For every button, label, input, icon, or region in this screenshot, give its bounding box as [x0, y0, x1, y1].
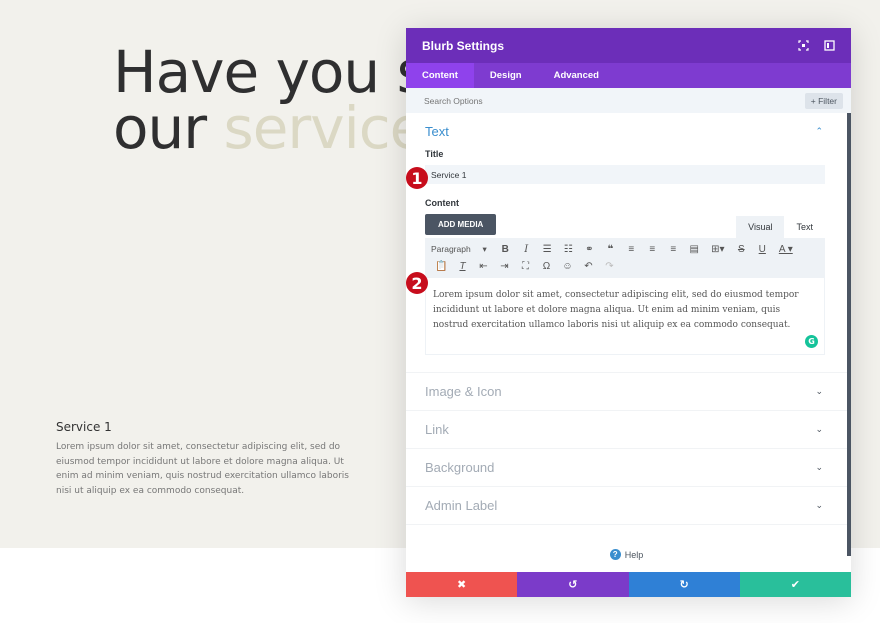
- undo-icon[interactable]: ↶: [578, 261, 599, 272]
- section-text-label: Text: [425, 123, 449, 139]
- text-tab[interactable]: Text: [784, 216, 825, 238]
- text-color-icon[interactable]: A ▾: [773, 244, 799, 255]
- section-text-toggle[interactable]: Text ⌃: [406, 113, 847, 149]
- content-label: Content: [425, 198, 459, 208]
- check-icon: ✔: [790, 579, 800, 591]
- section-background-toggle[interactable]: Background ⌄: [406, 449, 847, 487]
- section-link-toggle[interactable]: Link ⌄: [406, 411, 847, 449]
- headline: Have you s our service: [113, 38, 427, 157]
- indent-icon[interactable]: ⇥: [494, 261, 515, 272]
- search-options-input[interactable]: [424, 95, 805, 106]
- emoji-icon[interactable]: ☺: [557, 261, 578, 272]
- section-label: Admin Label: [425, 498, 498, 513]
- special-char-icon[interactable]: Ω: [536, 261, 557, 272]
- add-media-button[interactable]: ADD MEDIA: [425, 214, 497, 235]
- section-image-icon-toggle[interactable]: Image & Icon ⌄: [406, 373, 847, 411]
- redo-button[interactable]: ↻: [628, 572, 740, 597]
- table-icon[interactable]: ⊞▾: [705, 244, 731, 255]
- undo-button[interactable]: ↺: [517, 572, 629, 597]
- toolbar-row-1: Paragraph ▾ B I ☰ ☷ ⚭ ❝ ≡ ≡ ≡ ▤ ⊞▾ S U A…: [431, 241, 819, 258]
- tab-content[interactable]: Content: [406, 63, 474, 88]
- settings-tabs: Content Design Advanced: [406, 63, 851, 88]
- align-left-icon[interactable]: ≡: [621, 244, 642, 255]
- section-label: Image & Icon: [425, 384, 502, 399]
- headline-line-2: our service: [113, 99, 426, 157]
- editor-body[interactable]: Lorem ipsum dolor sit amet, consectetur …: [425, 278, 825, 355]
- editor-mode-tabs: Visual Text: [736, 216, 825, 238]
- title-label: Title: [425, 149, 444, 159]
- editor-top: ADD MEDIA Visual Text: [425, 214, 825, 238]
- redo-icon[interactable]: ↷: [599, 261, 620, 272]
- grammarly-icon[interactable]: G: [805, 335, 818, 348]
- chevron-down-icon: ⌄: [815, 424, 823, 434]
- sidebar-toggle-icon[interactable]: [823, 40, 835, 52]
- chevron-down-icon: ⌄: [815, 500, 823, 510]
- settings-scroll-area: Text ⌃ Title Service 1 Content ADD MEDIA…: [406, 113, 847, 572]
- modal-title: Blurb Settings: [422, 38, 505, 53]
- headline-plain: our: [113, 94, 224, 162]
- editor-toolbar: Paragraph ▾ B I ☰ ☷ ⚭ ❝ ≡ ≡ ≡ ▤ ⊞▾ S U A…: [425, 238, 825, 278]
- justify-icon[interactable]: ▤: [684, 244, 705, 255]
- redo-icon: ↻: [679, 579, 689, 591]
- format-select[interactable]: Paragraph ▾: [431, 244, 495, 255]
- undo-icon: ↺: [568, 579, 578, 591]
- filter-button[interactable]: + Filter: [804, 92, 843, 109]
- headline-line-1: Have you s: [113, 38, 427, 106]
- scrollbar[interactable]: [847, 113, 851, 556]
- modal-footer: ✖ ↺ ↻ ✔: [406, 572, 851, 597]
- close-icon: ✖: [457, 579, 467, 591]
- search-bar: + Filter: [406, 88, 851, 113]
- section-divider: [406, 355, 847, 373]
- service-blurb: Service 1 Lorem ipsum dolor sit amet, co…: [56, 420, 366, 498]
- service-text: Lorem ipsum dolor sit amet, consectetur …: [56, 442, 349, 496]
- paste-icon[interactable]: 📋: [431, 261, 452, 272]
- modal-header: Blurb Settings: [406, 28, 851, 63]
- editor-text: Lorem ipsum dolor sit amet, consectetur …: [433, 290, 799, 330]
- help-icon: ?: [609, 549, 621, 560]
- fullscreen-icon[interactable]: [797, 40, 809, 52]
- title-input[interactable]: Service 1: [425, 165, 825, 184]
- chevron-up-icon: ⌃: [815, 125, 823, 136]
- save-button[interactable]: ✔: [739, 572, 851, 597]
- format-select-value: Paragraph: [431, 244, 471, 254]
- tab-advanced[interactable]: Advanced: [538, 63, 615, 88]
- annotation-marker-2: 2: [406, 272, 428, 294]
- content-editor: ADD MEDIA Visual Text Paragraph ▾ B I ☰ …: [425, 214, 825, 355]
- cancel-button[interactable]: ✖: [406, 572, 518, 597]
- annotation-marker-1: 1: [406, 167, 428, 189]
- help-label: Help: [624, 549, 644, 560]
- link-icon[interactable]: ⚭: [579, 244, 600, 255]
- outdent-icon[interactable]: ⇤: [473, 261, 494, 272]
- section-admin-label-toggle[interactable]: Admin Label ⌄: [406, 487, 847, 525]
- chevron-down-icon: ⌄: [815, 386, 823, 396]
- section-label: Link: [425, 422, 449, 437]
- italic-icon[interactable]: I: [516, 244, 537, 255]
- strikethrough-icon[interactable]: S: [731, 244, 752, 255]
- visual-tab[interactable]: Visual: [736, 216, 785, 238]
- underline-icon[interactable]: U: [752, 244, 773, 255]
- blockquote-icon[interactable]: ❝: [600, 244, 621, 255]
- blurb-settings-modal: Blurb Settings Content Design Advanced +…: [406, 28, 851, 597]
- clear-formatting-icon[interactable]: T: [452, 261, 473, 272]
- section-label: Background: [425, 460, 495, 475]
- fullscreen-editor-icon[interactable]: ⛶: [515, 261, 536, 272]
- bullet-list-icon[interactable]: ☰: [537, 244, 558, 255]
- page: Have you s our service Service 1 Lorem i…: [0, 0, 880, 623]
- tab-design[interactable]: Design: [474, 63, 538, 88]
- help-link[interactable]: ? Help: [406, 549, 847, 560]
- bold-icon[interactable]: B: [495, 244, 516, 255]
- align-right-icon[interactable]: ≡: [663, 244, 684, 255]
- numbered-list-icon[interactable]: ☷: [558, 244, 579, 255]
- chevron-down-icon: ⌄: [815, 462, 823, 472]
- headline-accent: service: [223, 94, 426, 162]
- align-center-icon[interactable]: ≡: [642, 244, 663, 255]
- service-title: Service 1: [56, 420, 112, 434]
- toolbar-row-2: 📋 T ⇤ ⇥ ⛶ Ω ☺ ↶ ↷: [431, 258, 819, 275]
